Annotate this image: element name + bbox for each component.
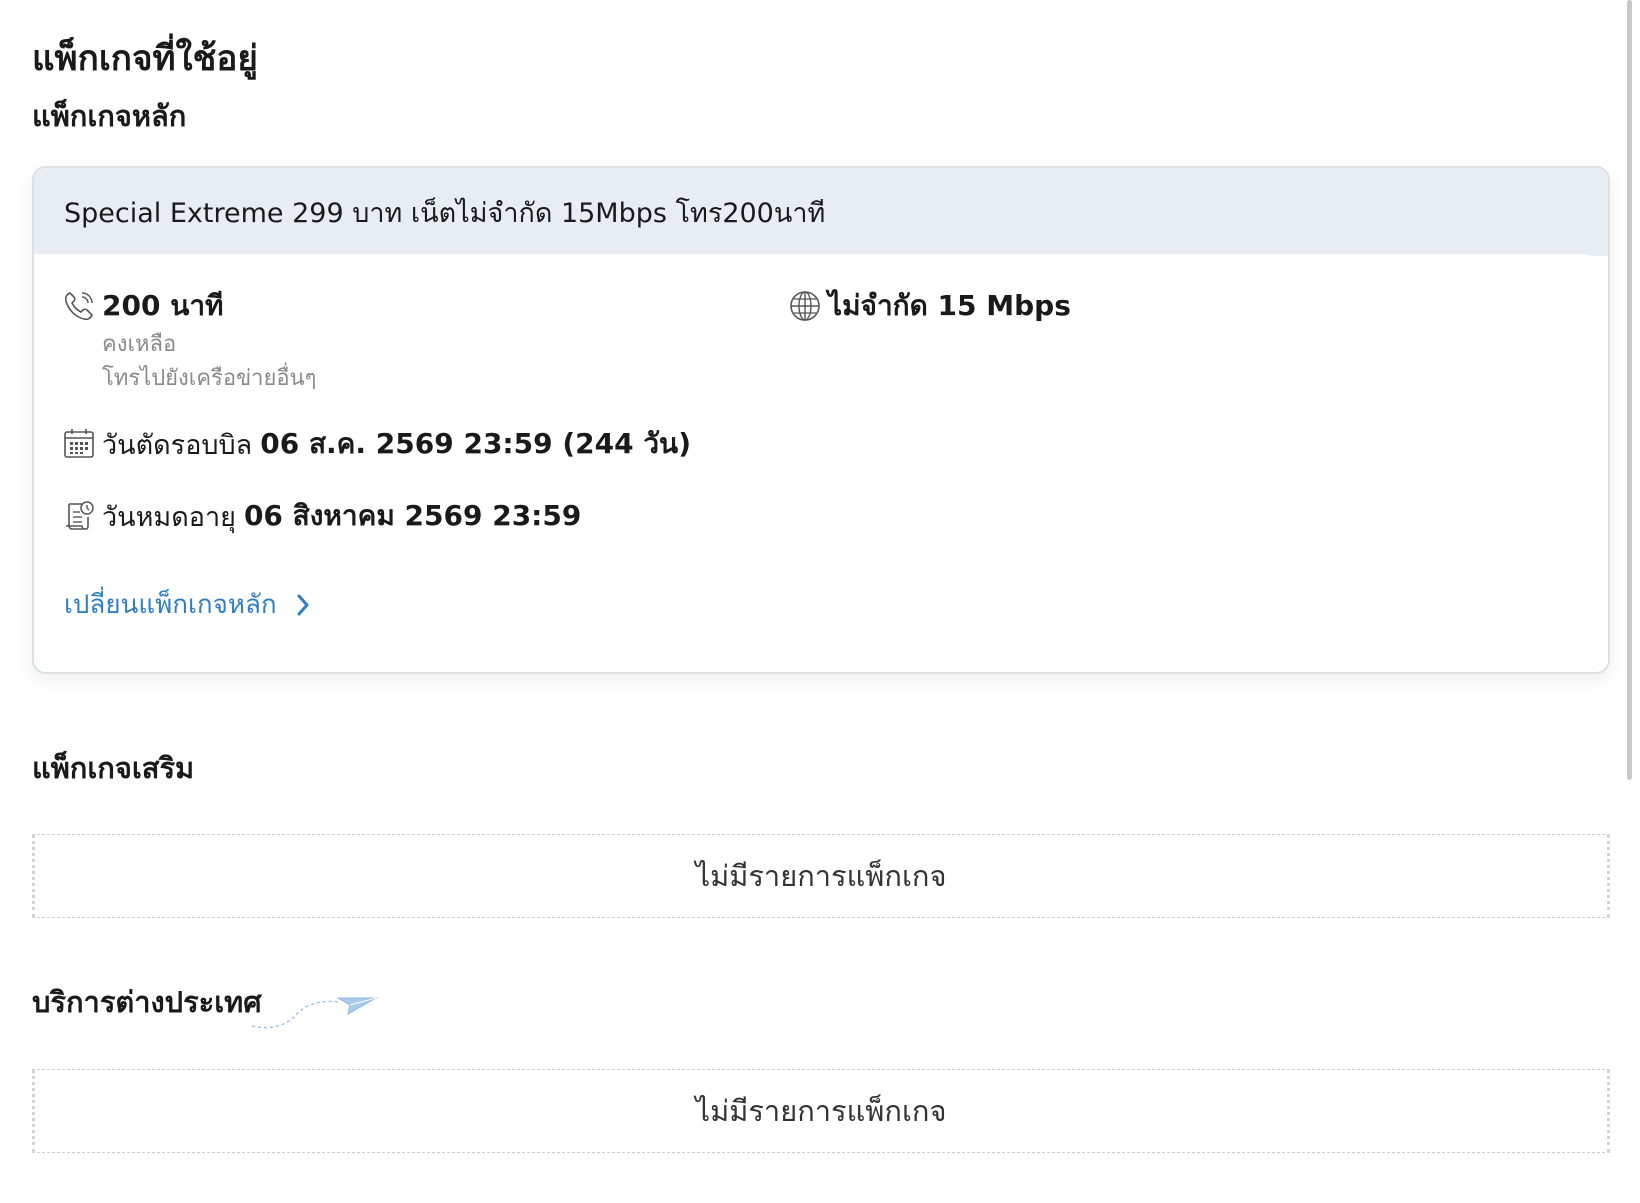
- international-service-title: บริการต่างประเทศ: [32, 985, 262, 1019]
- globe-icon: [790, 291, 820, 321]
- international-empty-state: ไม่มีรายการแพ็กเกจ: [32, 1069, 1610, 1153]
- calendar-icon: [64, 429, 94, 458]
- voice-row: 200 นาที: [62, 284, 224, 328]
- bill-cycle-value: 06 ส.ค. 2569 23:59 (244 วัน): [260, 427, 691, 460]
- expiry-document-icon: [66, 501, 94, 530]
- page: แพ็กเกจที่ใช้อยู่ แพ็กเกจหลัก Special Ex…: [0, 0, 1640, 1203]
- main-package-card: Special Extreme 299 บาท เน็ตไม่จำกัด 15M…: [32, 166, 1610, 674]
- bill-cycle-row: วันตัดรอบบิล 06 ส.ค. 2569 23:59 (244 วัน…: [62, 422, 691, 466]
- page-title: แพ็กเกจที่ใช้อยู่: [32, 39, 258, 79]
- paper-plane-icon: [251, 997, 378, 1029]
- bill-cycle-label: วันตัดรอบบิล: [102, 429, 253, 461]
- expiry-label: วันหมดอายุ: [102, 501, 236, 533]
- data-row: ไม่จำกัด 15 Mbps: [788, 284, 1071, 328]
- expiry-row: วันหมดอายุ 06 สิงหาคม 2569 23:59: [62, 494, 581, 538]
- voice-remaining-label: คงเหลือ: [102, 332, 177, 357]
- voice-amount: 200 นาที: [102, 289, 224, 322]
- change-main-package-link[interactable]: เปลี่ยนแพ็กเกจหลัก: [64, 584, 311, 625]
- package-name: Special Extreme 299 บาท เน็ตไม่จำกัด 15M…: [34, 168, 1608, 256]
- data-amount: ไม่จำกัด 15 Mbps: [828, 289, 1071, 322]
- addon-package-title: แพ็กเกจเสริม: [32, 751, 195, 785]
- expiry-value: 06 สิงหาคม 2569 23:59: [243, 499, 582, 532]
- main-package-title: แพ็กเกจหลัก: [32, 99, 187, 133]
- voice-scope: โทรไปยังเครือข่ายอื่นๆ: [102, 366, 317, 391]
- chevron-right-icon: [297, 594, 309, 615]
- phone-icon: [64, 292, 93, 321]
- change-main-package-label: เปลี่ยนแพ็กเกจหลัก: [64, 590, 277, 620]
- package-details: 200 นาที คงเหลือ โทรไปยังเครือข่ายอื่นๆ …: [34, 254, 1608, 672]
- scrollbar[interactable]: [1627, 0, 1632, 780]
- addon-empty-state: ไม่มีรายการแพ็กเกจ: [32, 834, 1610, 918]
